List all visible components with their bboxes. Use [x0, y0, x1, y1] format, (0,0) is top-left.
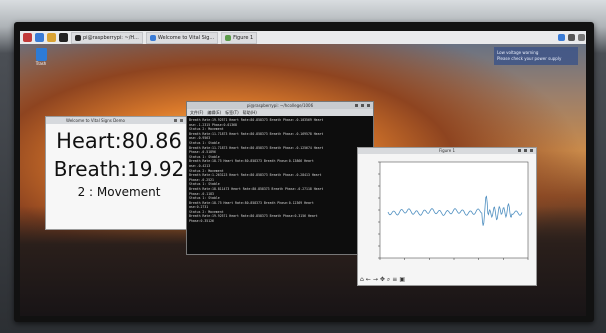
- home-icon[interactable]: ⌂: [360, 276, 364, 284]
- terminal-output[interactable]: Breath Rate:19.92571 Heart Rate:80.85837…: [187, 116, 373, 226]
- vital-signs-window: Welcome to Vital Signs Demo Heart:80.86 …: [45, 116, 193, 230]
- heart-rate-readout: Heart:80.86: [56, 129, 182, 153]
- pan-icon[interactable]: ✥: [380, 276, 385, 284]
- folder-icon[interactable]: [47, 33, 56, 42]
- trash-icon: [35, 48, 47, 61]
- maximize-icon[interactable]: [361, 104, 364, 107]
- raspberry-menu-icon[interactable]: [23, 33, 32, 42]
- forward-icon[interactable]: →: [373, 276, 378, 284]
- minimize-icon[interactable]: [174, 119, 177, 122]
- terminal-icon[interactable]: [59, 33, 68, 42]
- taskbar: pi@raspberrypi: ~/H... Welcome to Vital …: [20, 31, 586, 44]
- maximize-icon[interactable]: [180, 119, 183, 122]
- terminal-line: Phase:0.35126: [189, 219, 214, 224]
- figure-title: Figure 1: [438, 148, 456, 153]
- menu-file[interactable]: 文件(F): [190, 110, 203, 116]
- menu-help[interactable]: 帮助(H): [243, 110, 257, 116]
- system-tray: [558, 34, 586, 41]
- terminal-window: pi@raspberrypi: ~/hcollege/1006 文件(F) 编辑…: [186, 101, 374, 255]
- trash-desktop-item[interactable]: Trash: [28, 48, 54, 66]
- close-icon[interactable]: [530, 149, 533, 152]
- menu-tabs[interactable]: 标签(T): [225, 110, 239, 116]
- menu-edit[interactable]: 编辑(E): [207, 110, 221, 116]
- back-icon[interactable]: ←: [366, 276, 371, 284]
- figure-window: Figure 1 ⌂ ← → ✥ ⌕ ≡ ▣: [357, 147, 537, 286]
- waveform-plot[interactable]: [358, 154, 536, 274]
- bluetooth-icon[interactable]: [558, 34, 565, 41]
- status-readout: 2 : Movement: [77, 185, 161, 199]
- terminal-menubar: 文件(F) 编辑(E) 标签(T) 帮助(H): [187, 109, 373, 116]
- browser-icon[interactable]: [35, 33, 44, 42]
- network-icon[interactable]: [568, 34, 575, 41]
- volume-icon[interactable]: [578, 34, 585, 41]
- zoom-icon[interactable]: ⌕: [387, 276, 390, 284]
- vital-window-title: Welcome to Vital Signs Demo: [66, 118, 125, 123]
- vital-window-titlebar[interactable]: Welcome to Vital Signs Demo: [46, 117, 192, 124]
- figure-toolbar: ⌂ ← → ✥ ⌕ ≡ ▣: [360, 276, 405, 284]
- breath-rate-readout: Breath:19.92: [53, 157, 185, 181]
- notification-line2: Please check your power supply: [497, 56, 562, 61]
- minimize-icon[interactable]: [355, 104, 358, 107]
- low-voltage-notification[interactable]: Low voltage warning Please check your po…: [494, 47, 578, 65]
- configure-icon[interactable]: ≡: [392, 276, 397, 284]
- taskbar-button-vital[interactable]: Welcome to Vital Sig...: [145, 31, 219, 44]
- save-icon[interactable]: ▣: [399, 276, 405, 284]
- terminal-title: pi@raspberrypi: ~/hcollege/1006: [246, 103, 314, 108]
- terminal-titlebar[interactable]: pi@raspberrypi: ~/hcollege/1006: [187, 102, 373, 109]
- maximize-icon[interactable]: [524, 149, 527, 152]
- trash-label: Trash: [35, 61, 47, 66]
- minimize-icon[interactable]: [518, 149, 521, 152]
- taskbar-button-figure[interactable]: Figure 1: [221, 31, 258, 44]
- close-icon[interactable]: [367, 104, 370, 107]
- taskbar-button-terminal[interactable]: pi@raspberrypi: ~/H...: [71, 31, 143, 44]
